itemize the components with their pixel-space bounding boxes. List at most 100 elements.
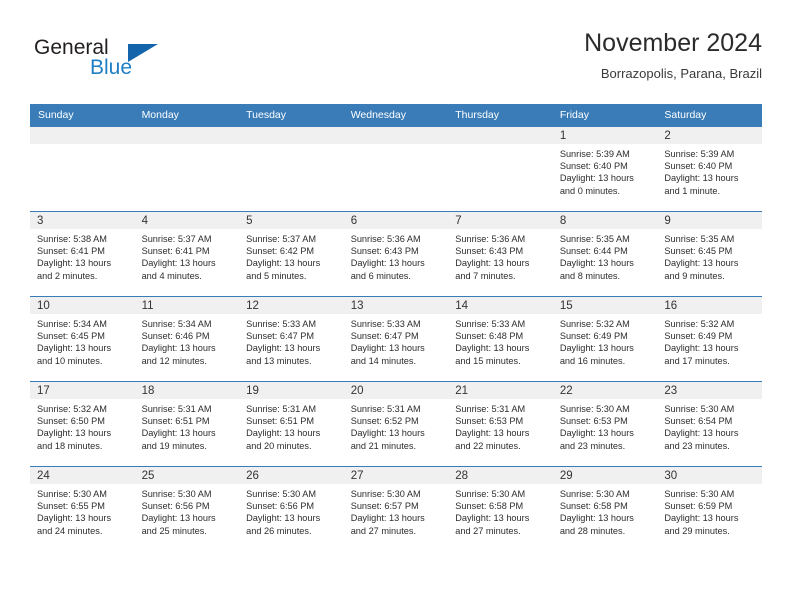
calendar-day-cell[interactable]: 21 Sunrise: 5:31 AM Sunset: 6:53 PM Dayligh… <box>448 381 553 467</box>
sunset-text: Sunset: 6:53 PM <box>559 416 628 427</box>
sunrise-text: Sunrise: 5:30 AM <box>37 489 107 499</box>
day-info <box>239 144 344 148</box>
day-cell-content: 26 Sunrise: 5:30 AM Sunset: 6:56 PM Dayligh… <box>239 467 344 551</box>
weekday-header-wednesday: Wednesday <box>343 104 449 127</box>
logo[interactable]: General Blue <box>30 36 250 94</box>
calendar-day-cell[interactable]: 24 Sunrise: 5:30 AM Sunset: 6:55 PM Dayligh… <box>30 466 135 551</box>
daylight-text: Daylight: 13 hours and 29 minutes. <box>664 513 739 536</box>
daylight-text: Daylight: 13 hours and 4 minutes. <box>141 258 216 281</box>
calendar-week-row: 17 Sunrise: 5:32 AM Sunset: 6:50 PM Dayligh… <box>30 381 762 467</box>
calendar-day-cell[interactable]: 19 Sunrise: 5:31 AM Sunset: 6:51 PM Dayligh… <box>239 381 344 467</box>
sunset-text: Sunset: 6:44 PM <box>559 246 628 257</box>
day-info: Sunrise: 5:30 AM Sunset: 6:56 PM Daylight:… <box>239 484 344 537</box>
calendar-day-cell[interactable]: 7 Sunrise: 5:36 AM Sunset: 6:43 PM Daylight… <box>448 211 553 297</box>
day-info: Sunrise: 5:32 AM Sunset: 6:49 PM Daylight:… <box>657 314 762 367</box>
day-info: Sunrise: 5:30 AM Sunset: 6:59 PM Daylight:… <box>657 484 762 537</box>
day-number: 7 <box>448 212 553 229</box>
daylight-text: Daylight: 13 hours and 27 minutes. <box>350 513 425 536</box>
daylight-text: Daylight: 13 hours and 9 minutes. <box>664 258 739 281</box>
day-info: Sunrise: 5:31 AM Sunset: 6:52 PM Daylight:… <box>344 399 449 452</box>
day-info <box>344 144 449 148</box>
sunrise-text: Sunrise: 5:30 AM <box>455 489 526 499</box>
calendar-day-cell[interactable]: 14 Sunrise: 5:33 AM Sunset: 6:48 PM Dayligh… <box>448 296 553 382</box>
day-info: Sunrise: 5:37 AM Sunset: 6:41 PM Daylight:… <box>135 229 240 282</box>
day-number: 17 <box>30 382 135 399</box>
day-number: 6 <box>343 212 449 229</box>
sunset-text: Sunset: 6:41 PM <box>141 246 210 257</box>
calendar-day-cell[interactable]: 2 Sunrise: 5:39 AM Sunset: 6:40 PM Daylight… <box>657 126 762 212</box>
calendar-day-cell[interactable]: 8 Sunrise: 5:35 AM Sunset: 6:44 PM Daylight… <box>552 211 658 297</box>
day-info: Sunrise: 5:39 AM Sunset: 6:40 PM Daylight:… <box>657 144 762 197</box>
day-cell-content: 1 Sunrise: 5:39 AM Sunset: 6:40 PM Daylight… <box>552 127 658 211</box>
day-number: 14 <box>448 297 553 314</box>
daylight-text: Daylight: 13 hours and 27 minutes. <box>455 513 530 536</box>
day-number: 20 <box>343 382 449 399</box>
day-number: 18 <box>134 382 240 399</box>
day-info: Sunrise: 5:33 AM Sunset: 6:47 PM Daylight:… <box>344 314 449 367</box>
calendar-week-row: 10 Sunrise: 5:34 AM Sunset: 6:45 PM Dayligh… <box>30 296 762 382</box>
sunset-text: Sunset: 6:46 PM <box>141 331 210 342</box>
calendar-day-cell[interactable]: 1 Sunrise: 5:39 AM Sunset: 6:40 PM Daylight… <box>552 126 658 212</box>
day-info: Sunrise: 5:30 AM Sunset: 6:54 PM Daylight:… <box>657 399 762 452</box>
day-info: Sunrise: 5:32 AM Sunset: 6:50 PM Daylight:… <box>30 399 135 452</box>
daylight-text: Daylight: 13 hours and 28 minutes. <box>559 513 634 536</box>
daylight-text: Daylight: 13 hours and 7 minutes. <box>455 258 530 281</box>
day-number: 22 <box>552 382 658 399</box>
day-cell-content: 11 Sunrise: 5:34 AM Sunset: 6:46 PM Dayligh… <box>134 297 240 381</box>
daylight-text: Daylight: 13 hours and 20 minutes. <box>246 428 321 451</box>
day-number: 2 <box>657 127 762 144</box>
day-number: 27 <box>343 467 449 484</box>
calendar-day-cell[interactable]: 6 Sunrise: 5:36 AM Sunset: 6:43 PM Daylight… <box>343 211 449 297</box>
calendar-day-cell[interactable]: 22 Sunrise: 5:30 AM Sunset: 6:53 PM Dayligh… <box>552 381 658 467</box>
sunrise-text: Sunrise: 5:34 AM <box>141 319 212 329</box>
day-info <box>448 144 553 148</box>
day-info: Sunrise: 5:31 AM Sunset: 6:51 PM Daylight:… <box>239 399 344 452</box>
day-cell-content: 6 Sunrise: 5:36 AM Sunset: 6:43 PM Daylight… <box>343 212 449 296</box>
daylight-text: Daylight: 13 hours and 14 minutes. <box>350 343 425 366</box>
calendar-day-cell[interactable]: 12 Sunrise: 5:33 AM Sunset: 6:47 PM Dayligh… <box>239 296 344 382</box>
calendar-day-cell[interactable]: 23 Sunrise: 5:30 AM Sunset: 6:54 PM Dayligh… <box>657 381 762 467</box>
day-info: Sunrise: 5:38 AM Sunset: 6:41 PM Daylight:… <box>30 229 135 282</box>
sunset-text: Sunset: 6:52 PM <box>350 416 419 427</box>
calendar-day-cell[interactable]: 30 Sunrise: 5:30 AM Sunset: 6:59 PM Dayligh… <box>657 466 762 551</box>
day-info: Sunrise: 5:37 AM Sunset: 6:42 PM Daylight:… <box>239 229 344 282</box>
daylight-text: Daylight: 13 hours and 18 minutes. <box>37 428 112 451</box>
sunset-text: Sunset: 6:42 PM <box>246 246 315 257</box>
calendar-day-cell[interactable]: 17 Sunrise: 5:32 AM Sunset: 6:50 PM Dayligh… <box>30 381 135 467</box>
sunrise-text: Sunrise: 5:32 AM <box>559 319 630 329</box>
day-number: 4 <box>134 212 240 229</box>
weekday-header-saturday: Saturday <box>657 104 762 127</box>
calendar-day-cell[interactable]: 18 Sunrise: 5:31 AM Sunset: 6:51 PM Dayligh… <box>134 381 240 467</box>
calendar-day-cell[interactable]: 26 Sunrise: 5:30 AM Sunset: 6:56 PM Dayligh… <box>239 466 344 551</box>
calendar-week-row: 3 Sunrise: 5:38 AM Sunset: 6:41 PM Daylight… <box>30 211 762 297</box>
calendar-day-cell[interactable]: 27 Sunrise: 5:30 AM Sunset: 6:57 PM Dayligh… <box>343 466 449 551</box>
calendar-day-cell[interactable]: 20 Sunrise: 5:31 AM Sunset: 6:52 PM Dayligh… <box>343 381 449 467</box>
day-number <box>30 127 135 144</box>
calendar-day-cell[interactable]: 10 Sunrise: 5:34 AM Sunset: 6:45 PM Dayligh… <box>30 296 135 382</box>
calendar-day-cell[interactable]: 5 Sunrise: 5:37 AM Sunset: 6:42 PM Daylight… <box>239 211 344 297</box>
day-cell-content: 3 Sunrise: 5:38 AM Sunset: 6:41 PM Daylight… <box>30 212 135 296</box>
day-number: 13 <box>343 297 449 314</box>
day-info: Sunrise: 5:30 AM Sunset: 6:57 PM Daylight:… <box>344 484 449 537</box>
calendar-day-cell[interactable]: 3 Sunrise: 5:38 AM Sunset: 6:41 PM Daylight… <box>30 211 135 297</box>
calendar-day-cell[interactable]: 13 Sunrise: 5:33 AM Sunset: 6:47 PM Dayligh… <box>343 296 449 382</box>
day-cell-content: 23 Sunrise: 5:30 AM Sunset: 6:54 PM Dayligh… <box>657 382 762 466</box>
calendar-day-cell[interactable]: 29 Sunrise: 5:30 AM Sunset: 6:58 PM Dayligh… <box>552 466 658 551</box>
sunrise-text: Sunrise: 5:37 AM <box>246 234 317 244</box>
day-cell-content: 20 Sunrise: 5:31 AM Sunset: 6:52 PM Dayligh… <box>343 382 449 466</box>
calendar-day-cell[interactable]: 25 Sunrise: 5:30 AM Sunset: 6:56 PM Dayligh… <box>134 466 240 551</box>
day-number: 29 <box>552 467 658 484</box>
day-info: Sunrise: 5:36 AM Sunset: 6:43 PM Daylight:… <box>448 229 553 282</box>
calendar-day-cell[interactable]: 28 Sunrise: 5:30 AM Sunset: 6:58 PM Dayligh… <box>448 466 553 551</box>
day-cell-content: 9 Sunrise: 5:35 AM Sunset: 6:45 PM Daylight… <box>657 212 762 296</box>
day-cell-content <box>30 127 135 211</box>
day-number: 23 <box>657 382 762 399</box>
calendar-day-cell[interactable]: 4 Sunrise: 5:37 AM Sunset: 6:41 PM Daylight… <box>134 211 240 297</box>
calendar-day-cell[interactable]: 15 Sunrise: 5:32 AM Sunset: 6:49 PM Dayligh… <box>552 296 658 382</box>
calendar-day-cell[interactable]: 16 Sunrise: 5:32 AM Sunset: 6:49 PM Dayligh… <box>657 296 762 382</box>
calendar-day-cell[interactable]: 11 Sunrise: 5:34 AM Sunset: 6:46 PM Dayligh… <box>134 296 240 382</box>
calendar-day-cell[interactable]: 9 Sunrise: 5:35 AM Sunset: 6:45 PM Daylight… <box>657 211 762 297</box>
daylight-text: Daylight: 13 hours and 23 minutes. <box>664 428 739 451</box>
daylight-text: Daylight: 13 hours and 21 minutes. <box>350 428 425 451</box>
daylight-text: Daylight: 13 hours and 2 minutes. <box>37 258 112 281</box>
